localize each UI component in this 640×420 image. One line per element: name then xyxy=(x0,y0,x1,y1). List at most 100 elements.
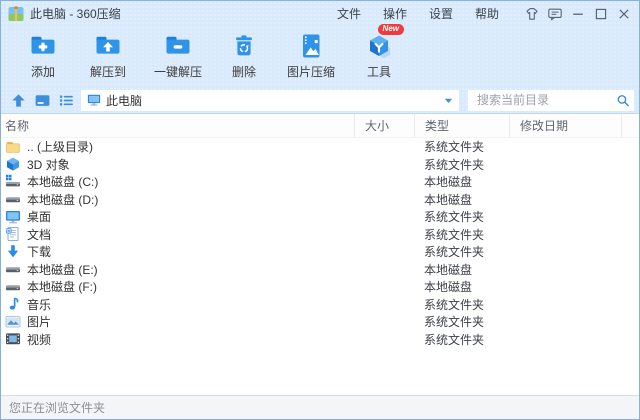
file-name-cell: 文档 xyxy=(1,226,354,243)
file-name-cell: 本地磁盘 (E:) xyxy=(1,261,354,278)
file-name-label: 音乐 xyxy=(27,296,51,313)
file-row[interactable]: 文档 系统文件夹 xyxy=(1,226,639,244)
list-mode-button[interactable] xyxy=(54,89,78,111)
feedback-icon[interactable] xyxy=(543,4,566,24)
file-type-cell: 系统文件夹 xyxy=(414,243,509,260)
file-name-cell: 3D 对象 xyxy=(1,156,354,173)
toolbar-button-label: 解压到 xyxy=(90,63,126,80)
menu-help[interactable]: 帮助 xyxy=(464,5,510,22)
maximize-button[interactable] xyxy=(589,4,612,24)
column-header-name[interactable]: 名称 xyxy=(1,114,354,137)
trash-icon xyxy=(229,30,259,62)
disk-windows-icon xyxy=(5,174,21,190)
file-row[interactable]: 桌面 系统文件夹 xyxy=(1,208,639,226)
status-text: 您正在浏览文件夹 xyxy=(9,399,105,416)
toolbar-button-label: 一键解压 xyxy=(154,63,202,80)
toolbar-button-one-click-extract[interactable]: 一键解压 xyxy=(141,26,215,80)
file-name-label: 图片 xyxy=(27,313,51,330)
file-row[interactable]: 音乐 系统文件夹 xyxy=(1,296,639,314)
address-bar[interactable]: 此电脑 xyxy=(81,90,459,111)
toolbar-button-label: 删除 xyxy=(232,63,256,80)
column-header-type[interactable]: 类型 xyxy=(414,114,509,137)
minimize-button[interactable] xyxy=(566,4,589,24)
file-row[interactable]: 下载 系统文件夹 xyxy=(1,243,639,261)
view-mode-button[interactable] xyxy=(30,89,54,111)
toolbar-button-image-compress[interactable]: 图片压缩 xyxy=(273,26,349,80)
toolbar-button-delete[interactable]: 删除 xyxy=(215,26,273,80)
close-button[interactable] xyxy=(612,4,635,24)
folder-plus-icon xyxy=(28,30,58,62)
file-type-cell: 系统文件夹 xyxy=(414,296,509,313)
file-name-label: 视频 xyxy=(27,331,51,348)
column-header-date[interactable]: 修改日期 xyxy=(509,114,621,137)
file-name-cell: .. (上级目录) xyxy=(1,138,354,155)
search-input[interactable] xyxy=(475,92,616,108)
column-header-blank xyxy=(621,114,639,137)
file-type-cell: 系统文件夹 xyxy=(414,331,509,348)
file-name-label: 3D 对象 xyxy=(27,156,70,173)
disk-icon xyxy=(5,191,21,207)
file-type-cell: 本地磁盘 xyxy=(414,278,509,295)
toolbar-button-add[interactable]: 添加 xyxy=(11,26,75,80)
menu-file[interactable]: 文件 xyxy=(326,5,372,22)
toolbar-button-label: 工具 xyxy=(367,63,391,80)
toolbar-button-extract-to[interactable]: 解压到 xyxy=(75,26,141,80)
document-icon xyxy=(5,226,21,242)
file-row[interactable]: 3D 对象系统文件夹 xyxy=(1,156,639,174)
file-type-cell: 系统文件夹 xyxy=(414,226,509,243)
toolbar: 添加 解压到 一键解压 删除图片压缩工具 New xyxy=(1,26,639,87)
folder-up-icon xyxy=(93,30,123,62)
skin-icon[interactable] xyxy=(520,4,543,24)
disk-icon xyxy=(5,261,21,277)
file-row[interactable]: 图片 系统文件夹 xyxy=(1,313,639,331)
file-name-label: 桌面 xyxy=(27,208,51,225)
file-name-label: 本地磁盘 (C:) xyxy=(27,173,98,190)
file-name-label: 下载 xyxy=(27,243,51,260)
search-box[interactable] xyxy=(468,90,634,111)
file-row[interactable]: .. (上级目录) 系统文件夹 xyxy=(1,138,639,156)
app-logo-icon xyxy=(8,6,24,22)
file-type-cell: 本地磁盘 xyxy=(414,261,509,278)
file-name-cell: 本地磁盘 (F:) xyxy=(1,278,354,295)
file-row[interactable]: 视频 系统文件夹 xyxy=(1,331,639,349)
file-type-cell: 系统文件夹 xyxy=(414,313,509,330)
image-doc-icon xyxy=(296,30,326,62)
music-icon xyxy=(5,296,21,312)
window-controls xyxy=(520,4,635,24)
file-row[interactable]: 本地磁盘 (E:) 本地磁盘 xyxy=(1,261,639,279)
desktop-icon xyxy=(5,209,21,225)
menu-settings[interactable]: 设置 xyxy=(418,5,464,22)
picture-icon xyxy=(5,314,21,330)
search-icon[interactable] xyxy=(616,93,630,107)
column-headers: 名称 大小 类型 修改日期 xyxy=(1,114,639,138)
file-name-cell: 下载 xyxy=(1,243,354,260)
new-badge: New xyxy=(378,24,404,35)
file-type-cell: 本地磁盘 xyxy=(414,173,509,190)
file-name-cell: 本地磁盘 (C:) xyxy=(1,173,354,190)
toolbar-button-tools[interactable]: 工具 New xyxy=(349,26,409,80)
file-name-cell: 图片 xyxy=(1,313,354,330)
disk-icon xyxy=(5,279,21,295)
chevron-down-icon[interactable] xyxy=(440,92,456,108)
column-header-size[interactable]: 大小 xyxy=(354,114,414,137)
file-row[interactable]: 本地磁盘 (D:) 本地磁盘 xyxy=(1,191,639,209)
statusbar: 您正在浏览文件夹 xyxy=(1,395,639,419)
file-name-cell: 本地磁盘 (D:) xyxy=(1,191,354,208)
file-name-label: 本地磁盘 (E:) xyxy=(27,261,98,278)
file-name-label: 本地磁盘 (D:) xyxy=(27,191,98,208)
file-type-cell: 系统文件夹 xyxy=(414,208,509,225)
file-type-cell: 系统文件夹 xyxy=(414,138,509,155)
file-name-label: 文档 xyxy=(27,226,51,243)
cube3d-icon xyxy=(5,156,21,172)
menu-operations[interactable]: 操作 xyxy=(372,5,418,22)
up-directory-button[interactable] xyxy=(6,89,30,111)
toolbar-button-label: 添加 xyxy=(31,63,55,80)
file-row[interactable]: 本地磁盘 (C:) 本地磁盘 xyxy=(1,173,639,191)
window-title: 此电脑 - 360压缩 xyxy=(30,5,121,22)
file-type-cell: 本地磁盘 xyxy=(414,191,509,208)
address-path: 此电脑 xyxy=(106,92,435,109)
file-name-label: .. (上级目录) xyxy=(27,138,93,155)
menubar: 文件操作设置帮助 xyxy=(326,5,510,22)
video-icon xyxy=(5,331,21,347)
file-row[interactable]: 本地磁盘 (F:) 本地磁盘 xyxy=(1,278,639,296)
